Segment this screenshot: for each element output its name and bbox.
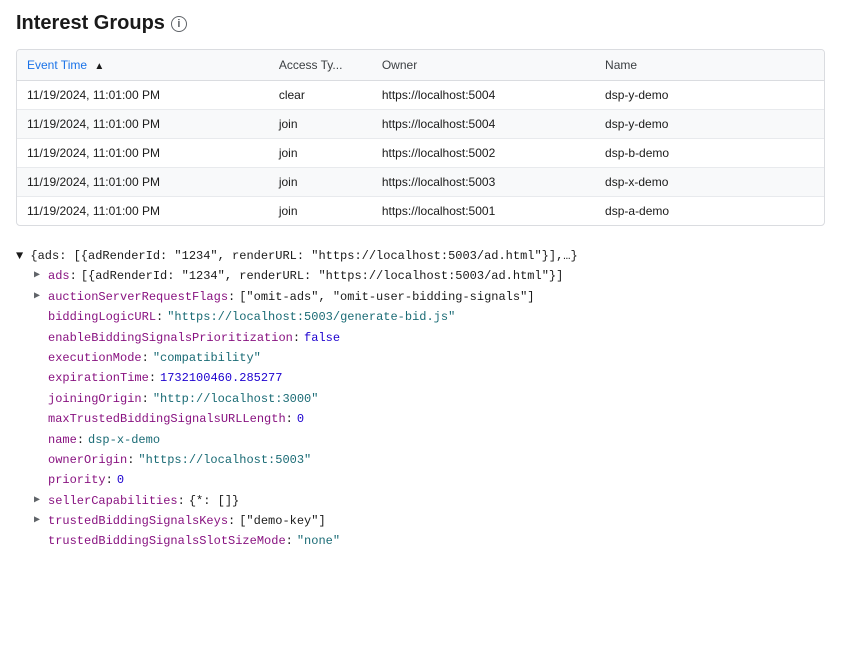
cell-owner: https://localhost:5004 (372, 110, 595, 139)
cell-access-type: join (269, 139, 372, 168)
json-key: joiningOrigin (48, 389, 142, 409)
cell-access-type: join (269, 168, 372, 197)
json-colon: : (127, 450, 134, 470)
json-tree-panel: ▼ {ads: [{adRenderId: "1234", renderURL:… (16, 242, 825, 556)
table-row[interactable]: 11/19/2024, 11:01:00 PMclearhttps://loca… (17, 81, 824, 110)
cell-event-time: 11/19/2024, 11:01:00 PM (17, 110, 269, 139)
json-value: {*: []} (189, 491, 239, 511)
sort-arrow-event-time: ▲ (94, 61, 104, 72)
json-value: "http://localhost:3000" (153, 389, 319, 409)
interest-groups-table-container: Event Time ▲ Access Ty... Owner Name 11/… (16, 49, 825, 226)
json-key: trustedBiddingSignalsKeys (48, 511, 228, 531)
cell-event-time: 11/19/2024, 11:01:00 PM (17, 168, 269, 197)
col-header-event-time[interactable]: Event Time ▲ (17, 50, 269, 81)
json-value: "https://localhost:5003/generate-bid.js" (167, 307, 455, 327)
json-colon: : (156, 307, 163, 327)
table-row[interactable]: 11/19/2024, 11:01:00 PMjoinhttps://local… (17, 168, 824, 197)
json-line: maxTrustedBiddingSignalsURLLength:0 (16, 409, 825, 429)
expand-arrow[interactable]: ▶ (34, 267, 48, 284)
json-line: ▶sellerCapabilities:{*: []} (16, 491, 825, 511)
cell-name: dsp-y-demo (595, 81, 824, 110)
json-line: executionMode:"compatibility" (16, 348, 825, 368)
info-icon[interactable]: i (171, 16, 187, 32)
json-line: ▶ads:[{adRenderId: "1234", renderURL: "h… (16, 266, 825, 286)
json-line: priority:0 (16, 470, 825, 490)
cell-access-type: join (269, 110, 372, 139)
json-key: ads (48, 266, 70, 286)
json-colon: : (228, 287, 235, 307)
json-line: trustedBiddingSignalsSlotSizeMode:"none" (16, 531, 825, 551)
cell-owner: https://localhost:5002 (372, 139, 595, 168)
json-key: trustedBiddingSignalsSlotSizeMode (48, 531, 286, 551)
json-line: name:dsp-x-demo (16, 430, 825, 450)
json-key: biddingLogicURL (48, 307, 156, 327)
json-colon: : (77, 430, 84, 450)
cell-event-time: 11/19/2024, 11:01:00 PM (17, 139, 269, 168)
json-value: [{adRenderId: "1234", renderURL: "https:… (81, 266, 563, 286)
cell-name: dsp-x-demo (595, 168, 824, 197)
cell-access-type: clear (269, 81, 372, 110)
json-colon: : (149, 368, 156, 388)
json-colon: : (228, 511, 235, 531)
json-colon: : (178, 491, 185, 511)
json-line: expirationTime:1732100460.285277 (16, 368, 825, 388)
json-key: expirationTime (48, 368, 149, 388)
json-key: enableBiddingSignalsPrioritization (48, 328, 293, 348)
json-value: 1732100460.285277 (160, 368, 282, 388)
json-line: joiningOrigin:"http://localhost:3000" (16, 389, 825, 409)
json-colon: : (70, 266, 77, 286)
json-value: false (304, 328, 340, 348)
json-key: auctionServerRequestFlags (48, 287, 228, 307)
json-value: ["omit-ads", "omit-user-bidding-signals"… (239, 287, 534, 307)
json-colon: : (106, 470, 113, 490)
json-colon: : (142, 348, 149, 368)
cell-name: dsp-y-demo (595, 110, 824, 139)
json-value: 0 (297, 409, 304, 429)
json-colon: : (293, 328, 300, 348)
json-value: "none" (297, 531, 340, 551)
json-key: maxTrustedBiddingSignalsURLLength (48, 409, 286, 429)
json-value: ["demo-key"] (239, 511, 325, 531)
json-colon: : (142, 389, 149, 409)
json-value: 0 (117, 470, 124, 490)
page-title: Interest Groups (16, 12, 165, 35)
json-line: ownerOrigin:"https://localhost:5003" (16, 450, 825, 470)
json-line: ▼ {ads: [{adRenderId: "1234", renderURL:… (16, 246, 825, 266)
expand-arrow[interactable]: ▶ (34, 512, 48, 529)
cell-owner: https://localhost:5004 (372, 81, 595, 110)
cell-name: dsp-a-demo (595, 197, 824, 226)
json-line: ▶auctionServerRequestFlags:["omit-ads", … (16, 287, 825, 307)
json-raw-content: ▼ {ads: [{adRenderId: "1234", renderURL:… (16, 246, 578, 266)
json-line: enableBiddingSignalsPrioritization:false (16, 328, 825, 348)
table-row[interactable]: 11/19/2024, 11:01:00 PMjoinhttps://local… (17, 139, 824, 168)
json-value: "compatibility" (153, 348, 261, 368)
table-row[interactable]: 11/19/2024, 11:01:00 PMjoinhttps://local… (17, 197, 824, 226)
table-row[interactable]: 11/19/2024, 11:01:00 PMjoinhttps://local… (17, 110, 824, 139)
interest-groups-table: Event Time ▲ Access Ty... Owner Name 11/… (17, 50, 824, 225)
col-header-access-type[interactable]: Access Ty... (269, 50, 372, 81)
json-line: biddingLogicURL:"https://localhost:5003/… (16, 307, 825, 327)
json-colon: : (286, 409, 293, 429)
cell-access-type: join (269, 197, 372, 226)
table-header-row: Event Time ▲ Access Ty... Owner Name (17, 50, 824, 81)
json-key: name (48, 430, 77, 450)
expand-arrow[interactable]: ▶ (34, 492, 48, 509)
json-value: "https://localhost:5003" (138, 450, 311, 470)
json-key: sellerCapabilities (48, 491, 178, 511)
expand-arrow[interactable]: ▶ (34, 288, 48, 305)
json-colon: : (286, 531, 293, 551)
json-key: priority (48, 470, 106, 490)
cell-event-time: 11/19/2024, 11:01:00 PM (17, 81, 269, 110)
cell-owner: https://localhost:5003 (372, 168, 595, 197)
json-line: ▶trustedBiddingSignalsKeys:["demo-key"] (16, 511, 825, 531)
page-header: Interest Groups i (16, 12, 825, 35)
col-header-owner[interactable]: Owner (372, 50, 595, 81)
col-header-name[interactable]: Name (595, 50, 824, 81)
json-key: ownerOrigin (48, 450, 127, 470)
json-value: dsp-x-demo (88, 430, 160, 450)
json-key: executionMode (48, 348, 142, 368)
cell-name: dsp-b-demo (595, 139, 824, 168)
cell-owner: https://localhost:5001 (372, 197, 595, 226)
cell-event-time: 11/19/2024, 11:01:00 PM (17, 197, 269, 226)
